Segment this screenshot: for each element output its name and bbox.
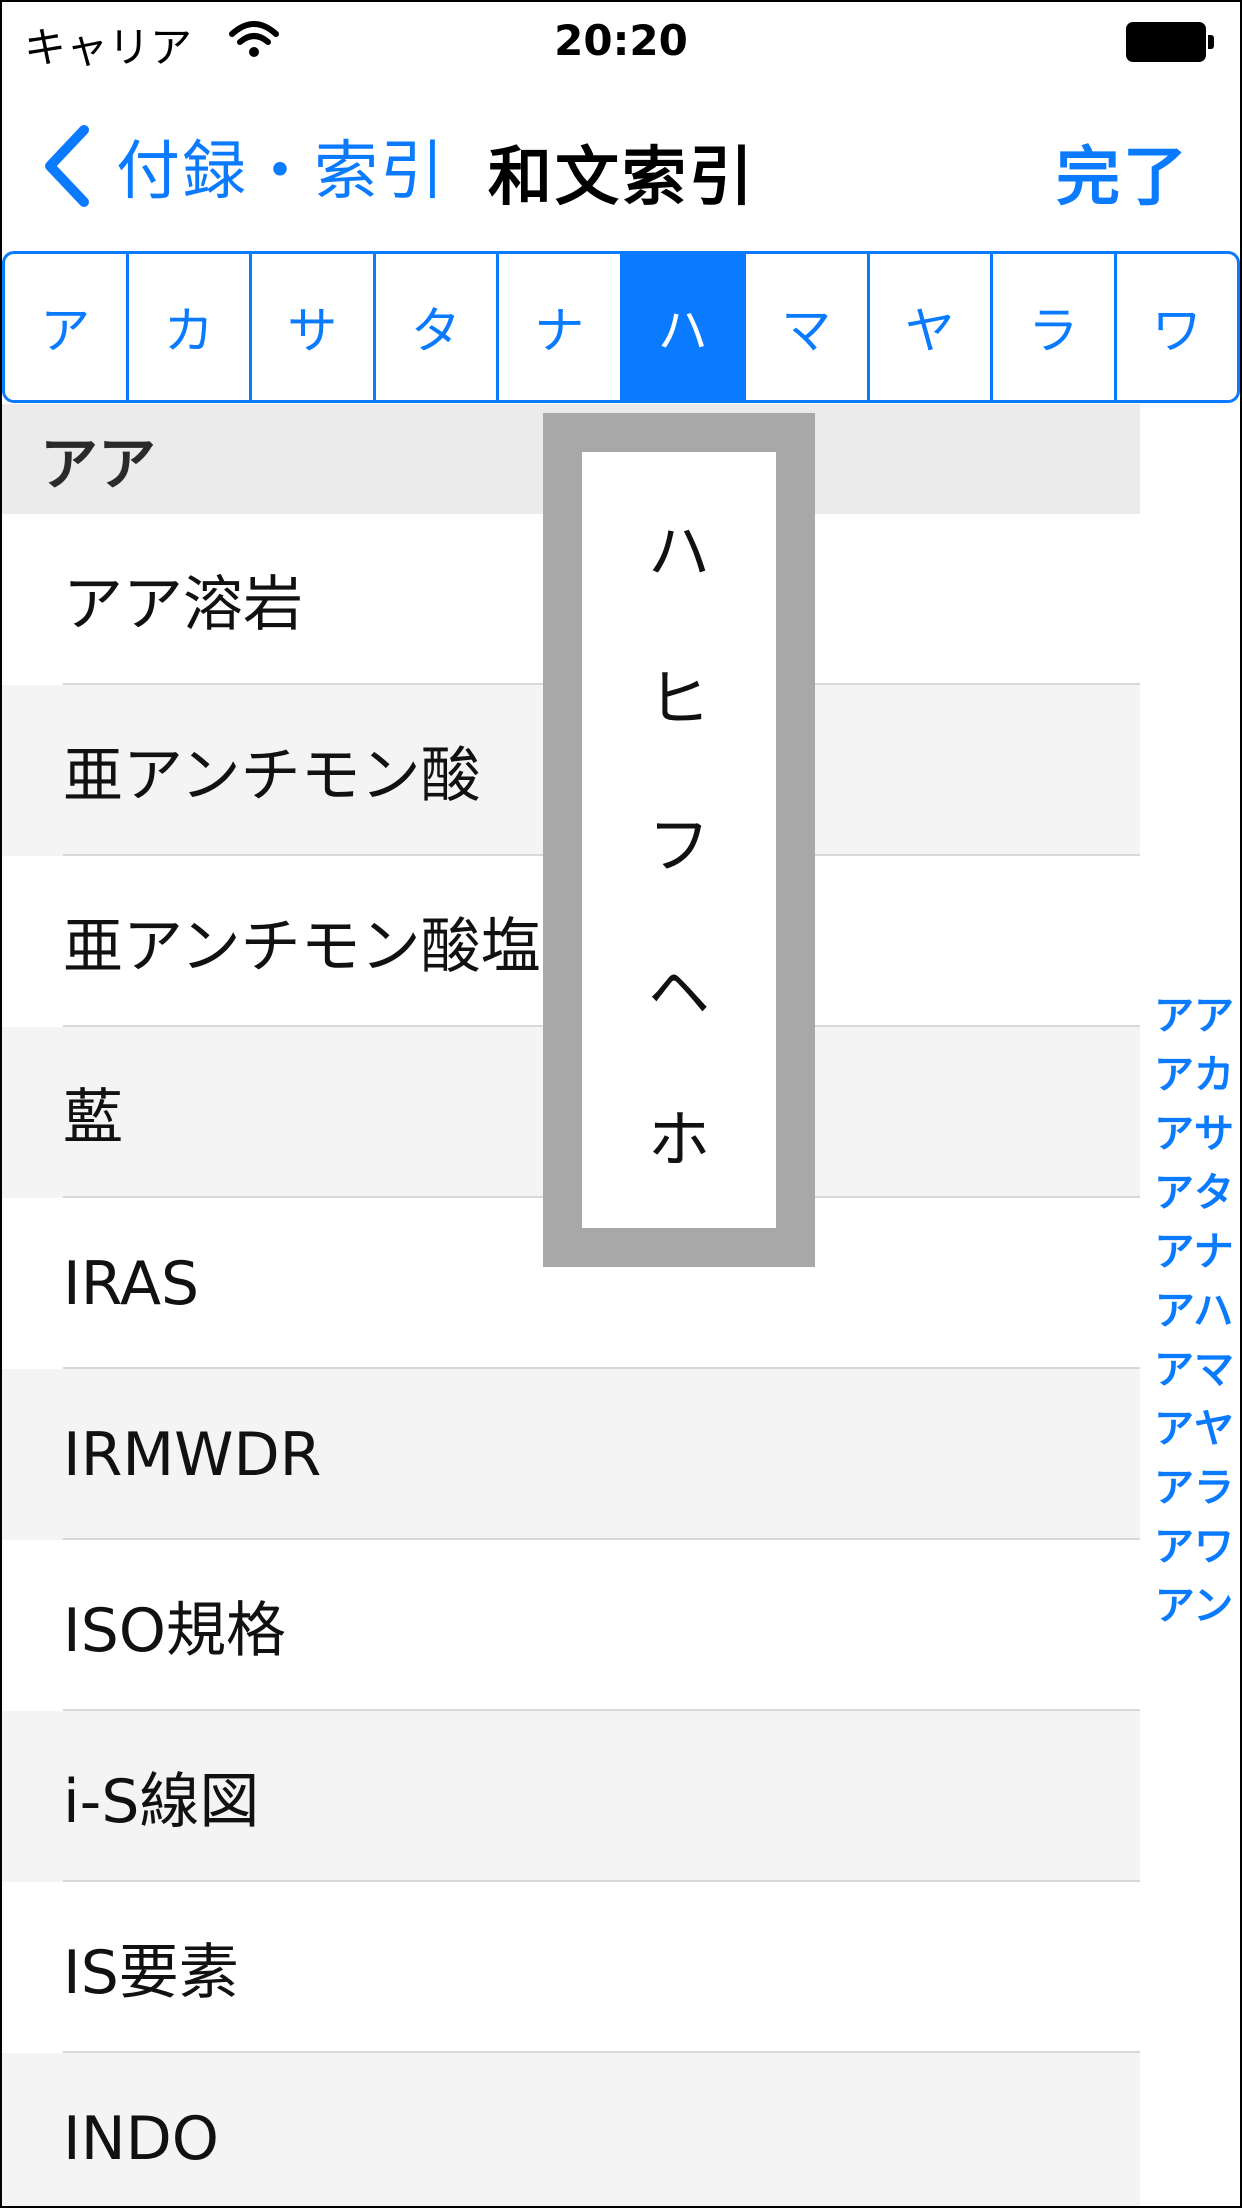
picker-item-ho[interactable]: ホ <box>648 1089 710 1179</box>
picker-item-fu[interactable]: フ <box>648 795 710 885</box>
kana-picker-list: ハ ヒ フ ヘ ホ <box>582 452 776 1228</box>
table-row[interactable]: i-S線図 <box>0 1711 1140 1882</box>
battery-icon <box>1126 22 1214 62</box>
kana-segmented-control: ア カ サ タ ナ ハ マ ヤ ラ ワ <box>2 251 1240 403</box>
segment-ka[interactable]: カ <box>129 254 252 400</box>
table-row[interactable]: IS要素 <box>0 1882 1140 2053</box>
segment-wa[interactable]: ワ <box>1117 254 1238 400</box>
picker-item-ha[interactable]: ハ <box>648 501 710 591</box>
segment-ya[interactable]: ヤ <box>870 254 993 400</box>
index-item-ama[interactable]: アマ <box>1146 1336 1242 1395</box>
index-item-an[interactable]: アン <box>1146 1572 1242 1631</box>
index-item-aka[interactable]: アカ <box>1146 1041 1242 1100</box>
index-item-awa[interactable]: アワ <box>1146 1513 1242 1572</box>
picker-item-he[interactable]: ヘ <box>648 942 710 1032</box>
section-index: アア アカ アサ アタ アナ アハ アマ アヤ アラ アワ アン <box>1146 982 1242 1631</box>
index-item-aa[interactable]: アア <box>1146 982 1242 1041</box>
segment-ma[interactable]: マ <box>746 254 870 400</box>
index-item-aya[interactable]: アヤ <box>1146 1395 1242 1454</box>
segment-sa[interactable]: サ <box>252 254 376 400</box>
index-item-aha[interactable]: アハ <box>1146 1277 1242 1336</box>
index-item-ata[interactable]: アタ <box>1146 1159 1242 1218</box>
index-item-ara[interactable]: アラ <box>1146 1454 1242 1513</box>
page-title: 和文索引 <box>488 141 756 215</box>
back-button[interactable]: 付録・索引 <box>40 118 446 214</box>
segment-a[interactable]: ア <box>5 254 129 400</box>
segment-na[interactable]: ナ <box>499 254 623 400</box>
navigation-bar: 付録・索引 和文索引 完了 <box>0 84 1242 244</box>
segment-ra[interactable]: ラ <box>993 254 1117 400</box>
picker-item-hi[interactable]: ヒ <box>648 648 710 738</box>
table-row[interactable]: ISO規格 <box>0 1540 1140 1711</box>
status-bar: キャリア 20:20 <box>0 0 1242 84</box>
chevron-left-icon <box>45 125 89 207</box>
kana-picker-popup: ハ ヒ フ ヘ ホ <box>543 413 815 1267</box>
back-button-label: 付録・索引 <box>116 135 446 209</box>
status-time: 20:20 <box>554 16 688 65</box>
table-row[interactable]: IRMWDR <box>0 1369 1140 1540</box>
index-item-ana[interactable]: アナ <box>1146 1218 1242 1277</box>
segment-ta[interactable]: タ <box>376 254 499 400</box>
index-item-asa[interactable]: アサ <box>1146 1100 1242 1159</box>
done-button[interactable]: 完了 <box>1056 126 1190 218</box>
segment-ha[interactable]: ハ <box>622 254 746 400</box>
table-row[interactable]: INDO <box>0 2053 1140 2208</box>
